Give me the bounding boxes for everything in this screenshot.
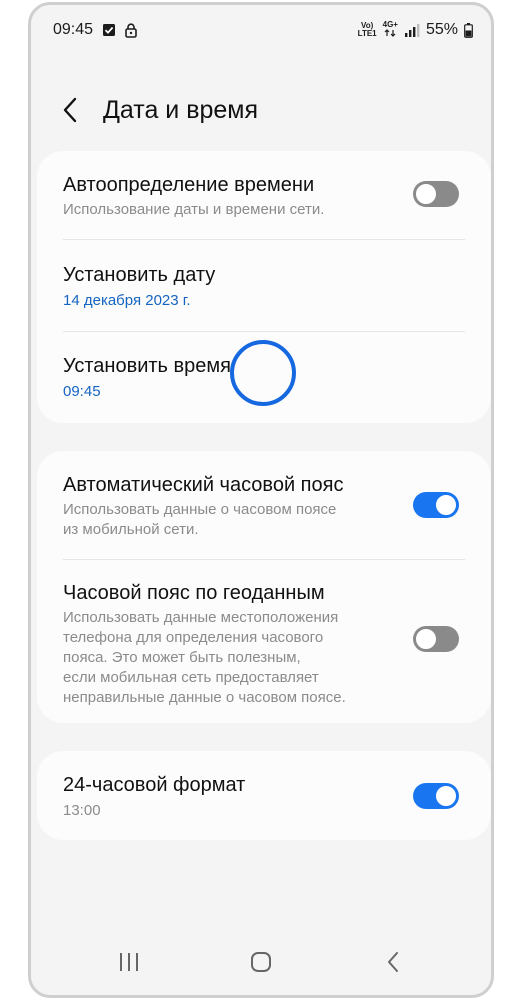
set-date-value: 14 декабря 2023 г. [63, 292, 191, 309]
toggle-knob [415, 183, 437, 205]
lock-icon [125, 22, 137, 38]
auto-time-row[interactable]: Автоопределение времени Использование да… [37, 151, 491, 239]
status-bar: 09:45 Vo) LTE1 4G+ 55% [31, 5, 491, 55]
set-time-value: 09:45 [63, 383, 101, 400]
auto-timezone-title: Автоматический часовой пояс [63, 474, 344, 496]
navigation-bar [31, 935, 491, 995]
header: Дата и время [31, 85, 491, 135]
auto-time-toggle[interactable] [413, 181, 459, 207]
toggle-knob [435, 494, 457, 516]
toggle-knob [435, 785, 457, 807]
home-button[interactable] [241, 947, 281, 977]
geo-timezone-row[interactable]: Часовой пояс по геоданным Использовать д… [37, 560, 491, 723]
checkbox-icon [102, 23, 116, 37]
home-icon [251, 952, 271, 972]
set-date-title: Установить дату [63, 264, 216, 286]
recent-apps-button[interactable] [109, 947, 149, 977]
format-24h-toggle[interactable] [413, 783, 459, 809]
toggle-knob [415, 628, 437, 650]
geo-timezone-toggle[interactable] [413, 626, 459, 652]
nav-back-button[interactable] [373, 947, 413, 977]
phone-frame: 09:45 Vo) LTE1 4G+ 55% Дата и время Авто… [28, 2, 494, 998]
geo-timezone-title: Часовой пояс по геоданным [63, 582, 325, 604]
status-right: Vo) LTE1 4G+ 55% [358, 21, 473, 39]
battery-percent: 55% [425, 21, 458, 38]
status-left: 09:45 [53, 21, 137, 39]
geo-timezone-subtitle-1: Использовать данные местоположения [63, 609, 339, 626]
format-24h-title: 24-часовой формат [63, 774, 246, 796]
signal-icon [404, 23, 420, 37]
back-chevron-icon [63, 97, 77, 123]
auto-timezone-subtitle-1: Использовать данные о часовом поясе [63, 501, 337, 518]
card-timezone: Автоматический часовой пояс Использовать… [37, 451, 491, 723]
geo-timezone-subtitle-2: телефона для определения часового [63, 629, 324, 646]
set-date-row[interactable]: Установить дату 14 декабря 2023 г. [37, 240, 491, 331]
geo-timezone-subtitle-5: неправильные данные о часовом поясе. [63, 689, 346, 706]
page-title: Дата и время [103, 96, 259, 124]
card-date-time: Автоопределение времени Использование да… [37, 151, 491, 423]
auto-timezone-row[interactable]: Автоматический часовой пояс Использовать… [37, 451, 491, 559]
network-bottom-label: LTE1 [357, 29, 377, 38]
card-format: 24-часовой формат 13:00 [37, 751, 491, 840]
auto-timezone-toggle[interactable] [413, 492, 459, 518]
battery-icon [464, 22, 473, 38]
data-type-label: 4G+ [382, 20, 398, 29]
format-24h-subtitle: 13:00 [63, 802, 101, 819]
geo-timezone-subtitle-3: пояса. Это может быть полезным, [63, 649, 301, 666]
set-time-title: Установить время [63, 355, 231, 377]
status-time: 09:45 [53, 21, 94, 38]
auto-timezone-subtitle-2: из мобильной сети. [63, 521, 199, 538]
geo-timezone-subtitle-4: если мобильная сеть предоставляет [63, 669, 319, 686]
auto-time-subtitle: Использование даты и времени сети. [63, 201, 325, 218]
back-button[interactable] [57, 95, 83, 125]
data-arrows-icon: 4G+ [383, 21, 398, 39]
recent-apps-icon [120, 953, 138, 971]
volte-icon: Vo) LTE1 [358, 22, 377, 38]
back-icon [388, 952, 398, 972]
auto-time-title: Автоопределение времени [63, 174, 315, 196]
format-24h-row[interactable]: 24-часовой формат 13:00 [37, 751, 491, 840]
set-time-row[interactable]: Установить время 09:45 [37, 332, 491, 423]
